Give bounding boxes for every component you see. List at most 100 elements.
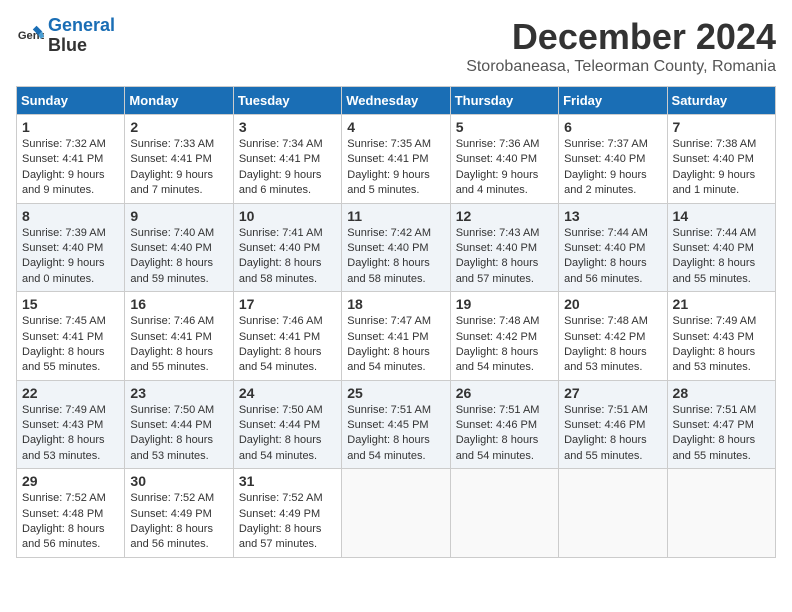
day-number: 9 [130,208,227,224]
sunrise-label: Sunrise: 7:42 AM [347,227,431,239]
day-number: 7 [673,119,770,135]
sunrise-label: Sunrise: 7:50 AM [239,404,323,416]
sunrise-label: Sunrise: 7:44 AM [673,227,757,239]
sunrise-label: Sunrise: 7:34 AM [239,138,323,150]
daylight-label: Daylight: 8 hours and 59 minutes. [130,257,213,284]
day-number: 22 [22,385,119,401]
day-cell-18: 18 Sunrise: 7:47 AM Sunset: 4:41 PM Dayl… [342,292,450,381]
day-cell-13: 13 Sunrise: 7:44 AM Sunset: 4:40 PM Dayl… [559,203,667,292]
daylight-label: Daylight: 8 hours and 53 minutes. [564,346,647,373]
day-number: 28 [673,385,770,401]
daylight-label: Daylight: 8 hours and 54 minutes. [456,346,539,373]
day-info: Sunrise: 7:44 AM Sunset: 4:40 PM Dayligh… [564,226,661,288]
sunset-label: Sunset: 4:44 PM [239,419,320,431]
day-cell-12: 12 Sunrise: 7:43 AM Sunset: 4:40 PM Dayl… [450,203,558,292]
day-info: Sunrise: 7:47 AM Sunset: 4:41 PM Dayligh… [347,314,444,376]
week-row-5: 29 Sunrise: 7:52 AM Sunset: 4:48 PM Dayl… [17,469,776,558]
day-cell-6: 6 Sunrise: 7:37 AM Sunset: 4:40 PM Dayli… [559,115,667,204]
logo-icon: General [16,22,44,50]
weekday-header-row: SundayMondayTuesdayWednesdayThursdayFrid… [17,87,776,115]
daylight-label: Daylight: 9 hours and 0 minutes. [22,257,105,284]
sunset-label: Sunset: 4:40 PM [130,242,211,254]
daylight-label: Daylight: 8 hours and 56 minutes. [564,257,647,284]
day-cell-9: 9 Sunrise: 7:40 AM Sunset: 4:40 PM Dayli… [125,203,233,292]
sunrise-label: Sunrise: 7:49 AM [673,315,757,327]
daylight-label: Daylight: 8 hours and 57 minutes. [456,257,539,284]
day-cell-21: 21 Sunrise: 7:49 AM Sunset: 4:43 PM Dayl… [667,292,775,381]
day-cell-22: 22 Sunrise: 7:49 AM Sunset: 4:43 PM Dayl… [17,380,125,469]
sunrise-label: Sunrise: 7:52 AM [239,492,323,504]
daylight-label: Daylight: 8 hours and 54 minutes. [456,434,539,461]
day-info: Sunrise: 7:32 AM Sunset: 4:41 PM Dayligh… [22,137,119,199]
empty-cell [559,469,667,558]
weekday-header-tuesday: Tuesday [233,87,341,115]
weekday-header-thursday: Thursday [450,87,558,115]
day-cell-5: 5 Sunrise: 7:36 AM Sunset: 4:40 PM Dayli… [450,115,558,204]
daylight-label: Daylight: 8 hours and 58 minutes. [347,257,430,284]
logo-text: GeneralBlue [48,16,115,56]
daylight-label: Daylight: 8 hours and 55 minutes. [130,346,213,373]
sunrise-label: Sunrise: 7:46 AM [130,315,214,327]
sunrise-label: Sunrise: 7:44 AM [564,227,648,239]
day-info: Sunrise: 7:51 AM Sunset: 4:46 PM Dayligh… [456,403,553,465]
sunset-label: Sunset: 4:40 PM [22,242,103,254]
day-number: 6 [564,119,661,135]
day-number: 20 [564,296,661,312]
week-row-1: 1 Sunrise: 7:32 AM Sunset: 4:41 PM Dayli… [17,115,776,204]
day-cell-20: 20 Sunrise: 7:48 AM Sunset: 4:42 PM Dayl… [559,292,667,381]
sunrise-label: Sunrise: 7:48 AM [456,315,540,327]
sunrise-label: Sunrise: 7:50 AM [130,404,214,416]
sunset-label: Sunset: 4:40 PM [456,153,537,165]
daylight-label: Daylight: 8 hours and 55 minutes. [22,346,105,373]
sunset-label: Sunset: 4:41 PM [22,331,103,343]
daylight-label: Daylight: 9 hours and 9 minutes. [22,169,105,196]
sunset-label: Sunset: 4:41 PM [239,153,320,165]
sunset-label: Sunset: 4:40 PM [564,242,645,254]
daylight-label: Daylight: 9 hours and 1 minute. [673,169,756,196]
day-number: 10 [239,208,336,224]
daylight-label: Daylight: 8 hours and 54 minutes. [239,434,322,461]
week-row-3: 15 Sunrise: 7:45 AM Sunset: 4:41 PM Dayl… [17,292,776,381]
day-number: 19 [456,296,553,312]
sunrise-label: Sunrise: 7:51 AM [673,404,757,416]
day-cell-17: 17 Sunrise: 7:46 AM Sunset: 4:41 PM Dayl… [233,292,341,381]
daylight-label: Daylight: 8 hours and 53 minutes. [22,434,105,461]
day-info: Sunrise: 7:44 AM Sunset: 4:40 PM Dayligh… [673,226,770,288]
sunrise-label: Sunrise: 7:37 AM [564,138,648,150]
daylight-label: Daylight: 8 hours and 57 minutes. [239,523,322,550]
day-info: Sunrise: 7:45 AM Sunset: 4:41 PM Dayligh… [22,314,119,376]
day-cell-28: 28 Sunrise: 7:51 AM Sunset: 4:47 PM Dayl… [667,380,775,469]
sunrise-label: Sunrise: 7:51 AM [456,404,540,416]
day-cell-19: 19 Sunrise: 7:48 AM Sunset: 4:42 PM Dayl… [450,292,558,381]
header: General GeneralBlue December 2024 Storob… [16,16,776,76]
day-number: 30 [130,473,227,489]
sunset-label: Sunset: 4:46 PM [456,419,537,431]
sunrise-label: Sunrise: 7:32 AM [22,138,106,150]
day-cell-23: 23 Sunrise: 7:50 AM Sunset: 4:44 PM Dayl… [125,380,233,469]
title-area: December 2024 Storobaneasa, Teleorman Co… [466,16,776,76]
week-row-2: 8 Sunrise: 7:39 AM Sunset: 4:40 PM Dayli… [17,203,776,292]
day-cell-1: 1 Sunrise: 7:32 AM Sunset: 4:41 PM Dayli… [17,115,125,204]
sunset-label: Sunset: 4:49 PM [239,508,320,520]
daylight-label: Daylight: 8 hours and 54 minutes. [347,346,430,373]
sunrise-label: Sunrise: 7:48 AM [564,315,648,327]
sunrise-label: Sunrise: 7:40 AM [130,227,214,239]
weekday-header-monday: Monday [125,87,233,115]
week-row-4: 22 Sunrise: 7:49 AM Sunset: 4:43 PM Dayl… [17,380,776,469]
sunrise-label: Sunrise: 7:35 AM [347,138,431,150]
day-number: 15 [22,296,119,312]
sunrise-label: Sunrise: 7:46 AM [239,315,323,327]
daylight-label: Daylight: 8 hours and 53 minutes. [673,346,756,373]
day-info: Sunrise: 7:49 AM Sunset: 4:43 PM Dayligh… [673,314,770,376]
day-number: 17 [239,296,336,312]
day-number: 12 [456,208,553,224]
sunrise-label: Sunrise: 7:51 AM [347,404,431,416]
day-number: 25 [347,385,444,401]
day-number: 8 [22,208,119,224]
sunset-label: Sunset: 4:40 PM [564,153,645,165]
day-info: Sunrise: 7:39 AM Sunset: 4:40 PM Dayligh… [22,226,119,288]
day-info: Sunrise: 7:36 AM Sunset: 4:40 PM Dayligh… [456,137,553,199]
day-number: 4 [347,119,444,135]
day-number: 14 [673,208,770,224]
daylight-label: Daylight: 9 hours and 2 minutes. [564,169,647,196]
